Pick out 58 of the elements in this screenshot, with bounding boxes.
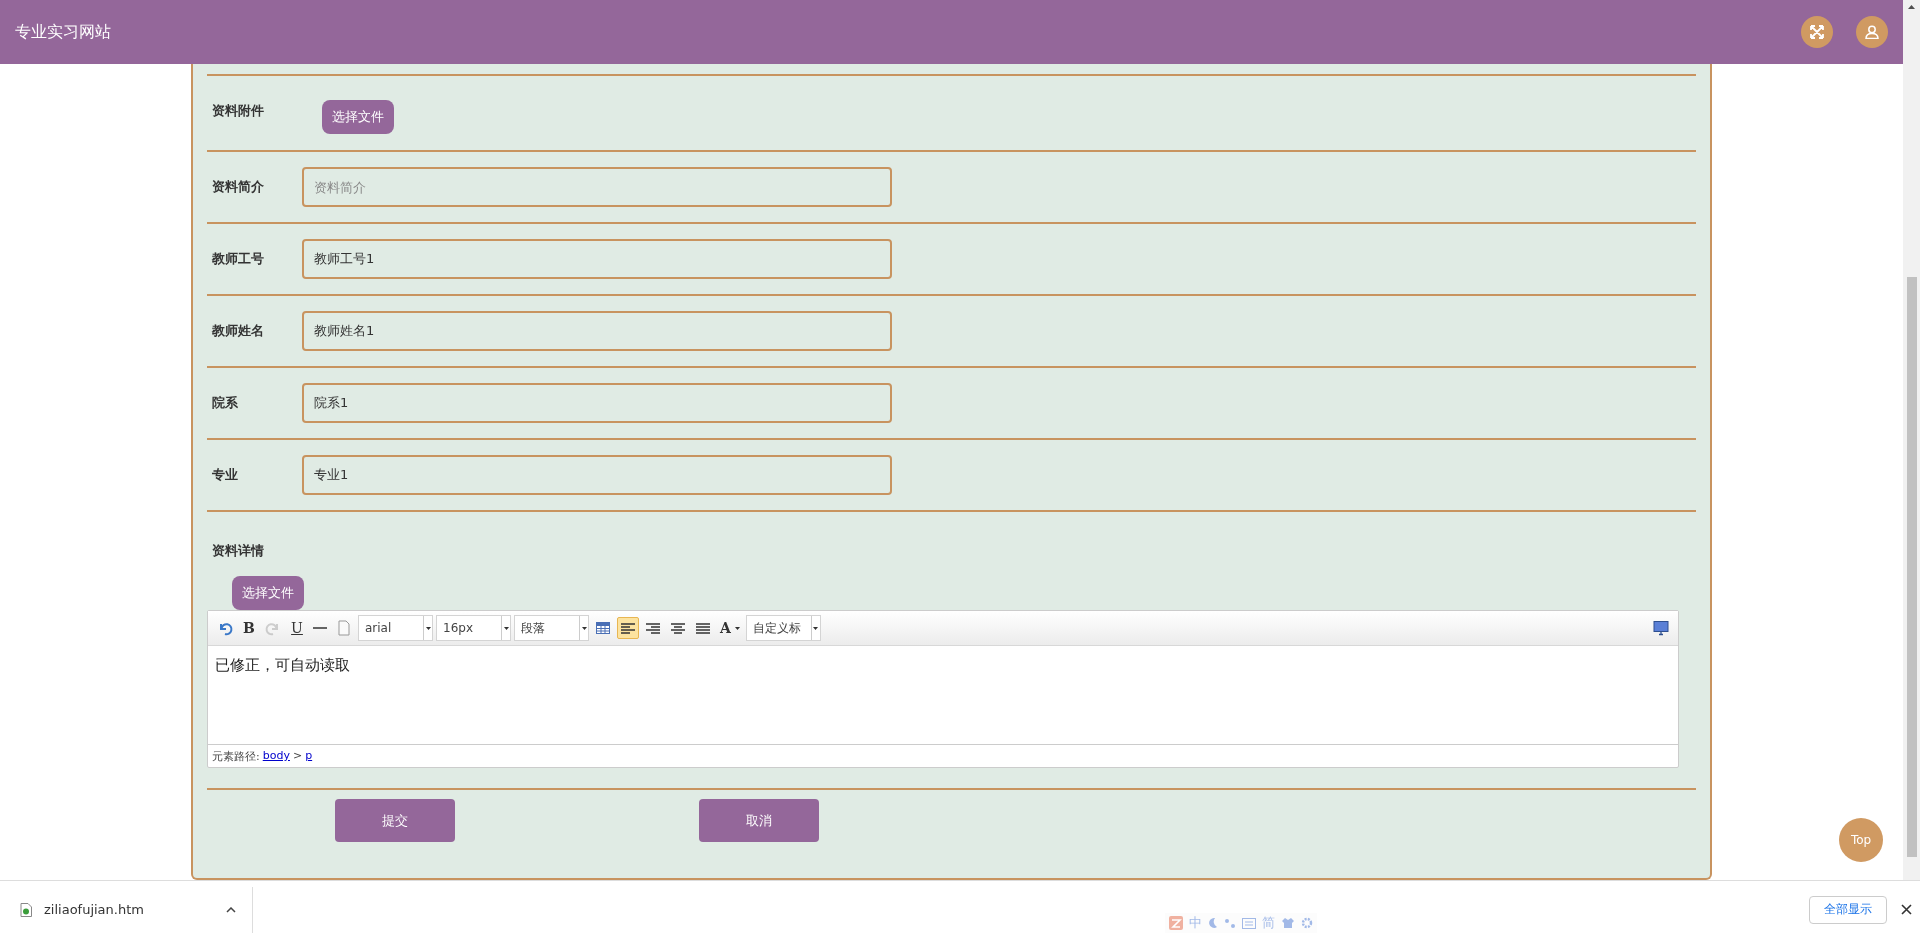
- field-label: 资料附件: [212, 102, 265, 120]
- page-icon: [336, 620, 352, 636]
- text-field[interactable]: 资料简介: [302, 167, 892, 207]
- dropdown-select[interactable]: 16px: [436, 615, 511, 641]
- text-field[interactable]: 教师工号1: [302, 239, 892, 279]
- submit-button[interactable]: 提交: [335, 799, 455, 842]
- text-field[interactable]: 院系1: [302, 383, 892, 423]
- align-icon: [695, 620, 711, 636]
- choose-file-button[interactable]: 选择文件: [322, 100, 394, 134]
- text-field[interactable]: 专业1: [302, 455, 892, 495]
- ime-logo-icon: [1169, 916, 1183, 930]
- show-all-button[interactable]: 全部显示: [1809, 895, 1887, 924]
- path-link[interactable]: p: [305, 749, 313, 763]
- field-label: 教师工号: [212, 250, 265, 268]
- scroll-thumb[interactable]: [1906, 277, 1917, 857]
- dropdown-select[interactable]: arial: [358, 615, 433, 641]
- close-icon: [1901, 904, 1912, 915]
- align-icon: [620, 620, 636, 636]
- file-icon: [20, 902, 32, 917]
- undo-icon: [217, 620, 233, 636]
- field-label: 专业: [212, 466, 239, 484]
- toolbar-button[interactable]: A: [717, 617, 743, 639]
- caret-icon: [813, 626, 819, 630]
- toolbar-button[interactable]: B: [239, 617, 259, 639]
- user-icon: [1865, 25, 1879, 39]
- align-icon: [670, 620, 686, 636]
- horizontal-rule-icon: [313, 627, 327, 629]
- close-button[interactable]: [1901, 904, 1912, 915]
- field-label: 资料简介: [212, 178, 265, 196]
- editor-text: 已修正，可自动读取: [214, 655, 351, 676]
- align-icon: [645, 620, 661, 636]
- caret-icon: [425, 626, 431, 630]
- caret-icon: [734, 626, 740, 630]
- toolbar-button[interactable]: [617, 617, 639, 639]
- site-title: 专业实习网站: [15, 21, 112, 43]
- dropdown-select[interactable]: 段落: [514, 615, 589, 641]
- field-label: 资料详情: [212, 542, 265, 560]
- fullscreen-button[interactable]: [1801, 16, 1833, 48]
- dropdown-select[interactable]: 自定义标: [745, 615, 821, 641]
- field-label: 院系: [212, 394, 239, 412]
- caret-icon[interactable]: [226, 906, 236, 913]
- user-button[interactable]: [1856, 16, 1888, 48]
- cancel-button[interactable]: 取消: [699, 799, 819, 842]
- choose-file-button[interactable]: 选择文件: [232, 576, 304, 610]
- expand-icon: [1810, 25, 1824, 39]
- path-link[interactable]: body: [262, 749, 290, 763]
- caret-icon: [503, 626, 509, 630]
- text-field[interactable]: 教师姓名1: [302, 311, 892, 351]
- toolbar-button[interactable]: U: [287, 617, 307, 639]
- table-icon: [595, 620, 611, 636]
- download-file-name[interactable]: ziliaofujian.htm: [44, 902, 144, 917]
- monitor-icon: [1653, 620, 1669, 636]
- path-separator: >: [292, 749, 303, 763]
- scroll-up-icon[interactable]: [1908, 5, 1915, 9]
- path-label: 元素路径:: [212, 749, 260, 763]
- field-label: 教师姓名: [212, 322, 265, 340]
- caret-icon: [581, 626, 587, 630]
- redo-icon: [265, 620, 281, 636]
